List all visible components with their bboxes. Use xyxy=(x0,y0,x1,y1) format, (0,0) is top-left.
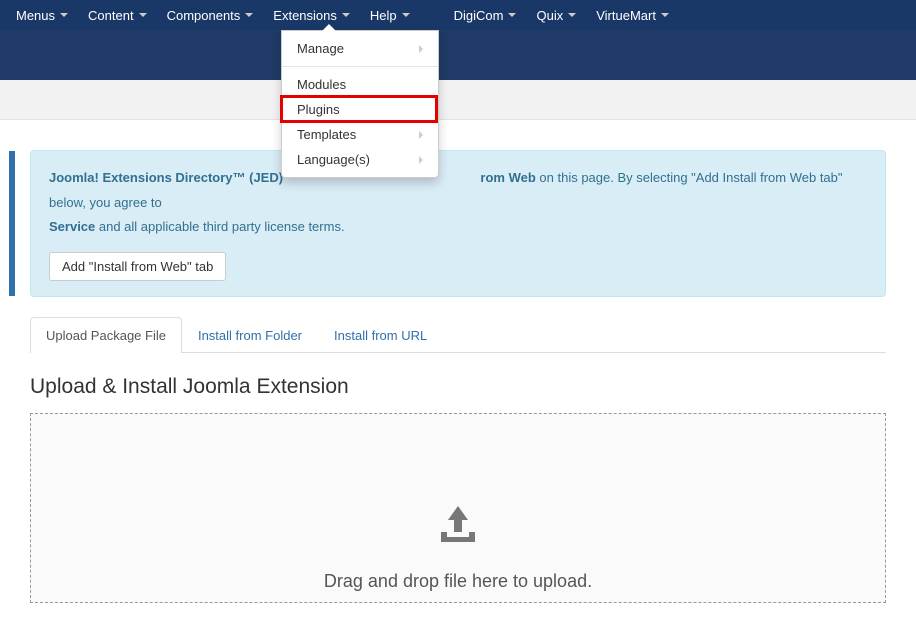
nav-components[interactable]: Components xyxy=(157,2,264,29)
dropdown-templates[interactable]: Templates xyxy=(282,122,438,147)
dropdown-label: Manage xyxy=(297,41,344,56)
toolbar-greybar xyxy=(0,80,916,120)
caret-down-icon xyxy=(245,13,253,17)
nav-label: DigiCom xyxy=(454,8,504,23)
install-tabs: Upload Package File Install from Folder … xyxy=(30,317,886,353)
nav-help[interactable]: Help xyxy=(360,2,420,29)
add-install-from-web-button[interactable]: Add "Install from Web" tab xyxy=(49,252,226,281)
nav-label: Help xyxy=(370,8,397,23)
caret-down-icon xyxy=(402,13,410,17)
notice-bold-service: Service xyxy=(49,219,95,234)
nav-label: VirtueMart xyxy=(596,8,656,23)
dropdown-label: Modules xyxy=(297,77,346,92)
dropzone-text: Drag and drop file here to upload. xyxy=(324,571,592,592)
caret-right-icon xyxy=(419,45,423,53)
dropdown-separator xyxy=(282,66,438,67)
nav-digicom[interactable]: DigiCom xyxy=(444,2,527,29)
notice-bold-fromweb: rom Web xyxy=(480,170,535,185)
nav-label: Content xyxy=(88,8,134,23)
notice-text-part2: and all applicable third party license t… xyxy=(95,219,344,234)
main-content: Joomla! Extensions Directory™ (JED)hidde… xyxy=(0,150,916,603)
notice-bold-jed: Joomla! Extensions Directory™ (JED) xyxy=(49,170,283,185)
caret-down-icon xyxy=(139,13,147,17)
caret-right-icon xyxy=(419,131,423,139)
tab-upload-package[interactable]: Upload Package File xyxy=(30,317,182,353)
top-navbar: Menus Content Components Extensions Help… xyxy=(0,0,916,30)
tab-install-folder[interactable]: Install from Folder xyxy=(182,317,318,353)
dropdown-label: Language(s) xyxy=(297,152,370,167)
dropdown-modules[interactable]: Modules xyxy=(282,72,438,97)
header-bluebar xyxy=(0,30,916,80)
nav-menus[interactable]: Menus xyxy=(6,2,78,29)
caret-down-icon xyxy=(568,13,576,17)
upload-icon xyxy=(435,504,481,547)
caret-down-icon xyxy=(342,13,350,17)
nav-quix[interactable]: Quix xyxy=(526,2,586,29)
nav-content[interactable]: Content xyxy=(78,2,157,29)
dropdown-pointer-icon xyxy=(322,24,336,31)
dropdown-manage[interactable]: Manage xyxy=(282,36,438,61)
upload-dropzone[interactable]: Drag and drop file here to upload. xyxy=(30,413,886,603)
nav-label: Quix xyxy=(536,8,563,23)
dropdown-plugins[interactable]: Plugins xyxy=(282,97,438,122)
nav-virtuemart[interactable]: VirtueMart xyxy=(586,2,679,29)
notice-accent-bar xyxy=(9,151,15,296)
nav-label: Extensions xyxy=(273,8,337,23)
caret-down-icon xyxy=(508,13,516,17)
caret-down-icon xyxy=(661,13,669,17)
caret-down-icon xyxy=(60,13,68,17)
nav-label: Menus xyxy=(16,8,55,23)
nav-extensions[interactable]: Extensions xyxy=(263,2,360,29)
section-heading: Upload & Install Joomla Extension xyxy=(30,375,886,399)
dropdown-label: Plugins xyxy=(297,102,340,117)
caret-right-icon xyxy=(419,156,423,164)
install-from-web-notice: Joomla! Extensions Directory™ (JED)hidde… xyxy=(30,150,886,297)
notice-text: Joomla! Extensions Directory™ (JED)hidde… xyxy=(49,166,867,240)
nav-label: Components xyxy=(167,8,241,23)
dropdown-label: Templates xyxy=(297,127,356,142)
extensions-dropdown: Manage Modules Plugins Templates Languag… xyxy=(281,30,439,178)
dropdown-languages[interactable]: Language(s) xyxy=(282,147,438,172)
tab-install-url[interactable]: Install from URL xyxy=(318,317,443,353)
